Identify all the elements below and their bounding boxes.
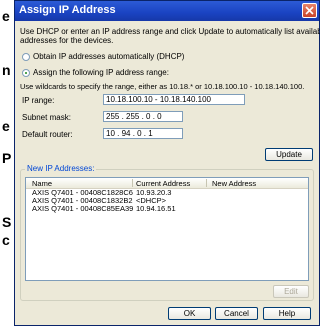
column-separator	[132, 179, 133, 187]
dhcp-option-label[interactable]: Obtain IP addresses automatically (DHCP)	[33, 52, 184, 61]
title-bar[interactable]: Assign IP Address	[15, 1, 319, 21]
manual-option-label[interactable]: Assign the following IP address range:	[33, 68, 169, 77]
ip-range-label: IP range:	[22, 96, 55, 105]
column-header-name[interactable]: Name	[32, 179, 52, 188]
update-button[interactable]: Update	[265, 148, 313, 161]
background-letter: e	[2, 118, 10, 134]
intro-line-1: Use DHCP or enter an IP address range an…	[20, 27, 320, 36]
row-name: AXIS Q7401 - 00408C85EA39	[32, 204, 134, 213]
ok-button[interactable]: OK	[168, 307, 211, 320]
background-letter: S	[2, 214, 12, 230]
dialog-title: Assign IP Address	[19, 4, 116, 16]
background-letter: P	[2, 150, 12, 166]
cancel-button[interactable]: Cancel	[215, 307, 258, 320]
subnet-mask-label: Subnet mask:	[22, 113, 71, 122]
background-letter: c	[2, 232, 10, 248]
devices-list[interactable]: Name Current Address New Address AXIS Q7…	[25, 177, 309, 281]
column-header-current[interactable]: Current Address	[136, 179, 190, 188]
assign-ip-dialog: Assign IP Address Use DHCP or enter an I…	[14, 0, 320, 326]
close-button[interactable]	[302, 3, 317, 18]
edit-button[interactable]: Edit	[273, 285, 309, 298]
dhcp-radio[interactable]	[22, 53, 30, 61]
new-ip-group-label: New IP Addresses:	[25, 164, 97, 173]
background-document: e n e P S c	[0, 0, 14, 326]
manual-range-radio[interactable]	[22, 69, 30, 77]
row-current-address: 10.94.16.51	[136, 204, 176, 213]
default-router-label: Default router:	[22, 130, 73, 139]
column-header-new[interactable]: New Address	[212, 179, 256, 188]
background-letter: e	[2, 8, 10, 24]
background-letter: n	[2, 62, 11, 78]
subnet-mask-input[interactable]: 255 . 255 . 0 . 0	[103, 111, 183, 122]
help-button[interactable]: Help	[263, 307, 311, 320]
close-icon	[305, 6, 314, 15]
intro-line-2: addresses for the devices.	[20, 36, 114, 45]
column-separator	[206, 179, 207, 187]
wildcard-hint: Use wildcards to specify the range, eith…	[20, 82, 305, 91]
list-row[interactable]: AXIS Q7401 - 00408C85EA39 10.94.16.51	[26, 205, 308, 213]
ip-range-input[interactable]: 10.18.100.10 - 10.18.140.100	[103, 94, 245, 105]
default-router-input[interactable]: 10 . 94 . 0 . 1	[103, 128, 183, 139]
